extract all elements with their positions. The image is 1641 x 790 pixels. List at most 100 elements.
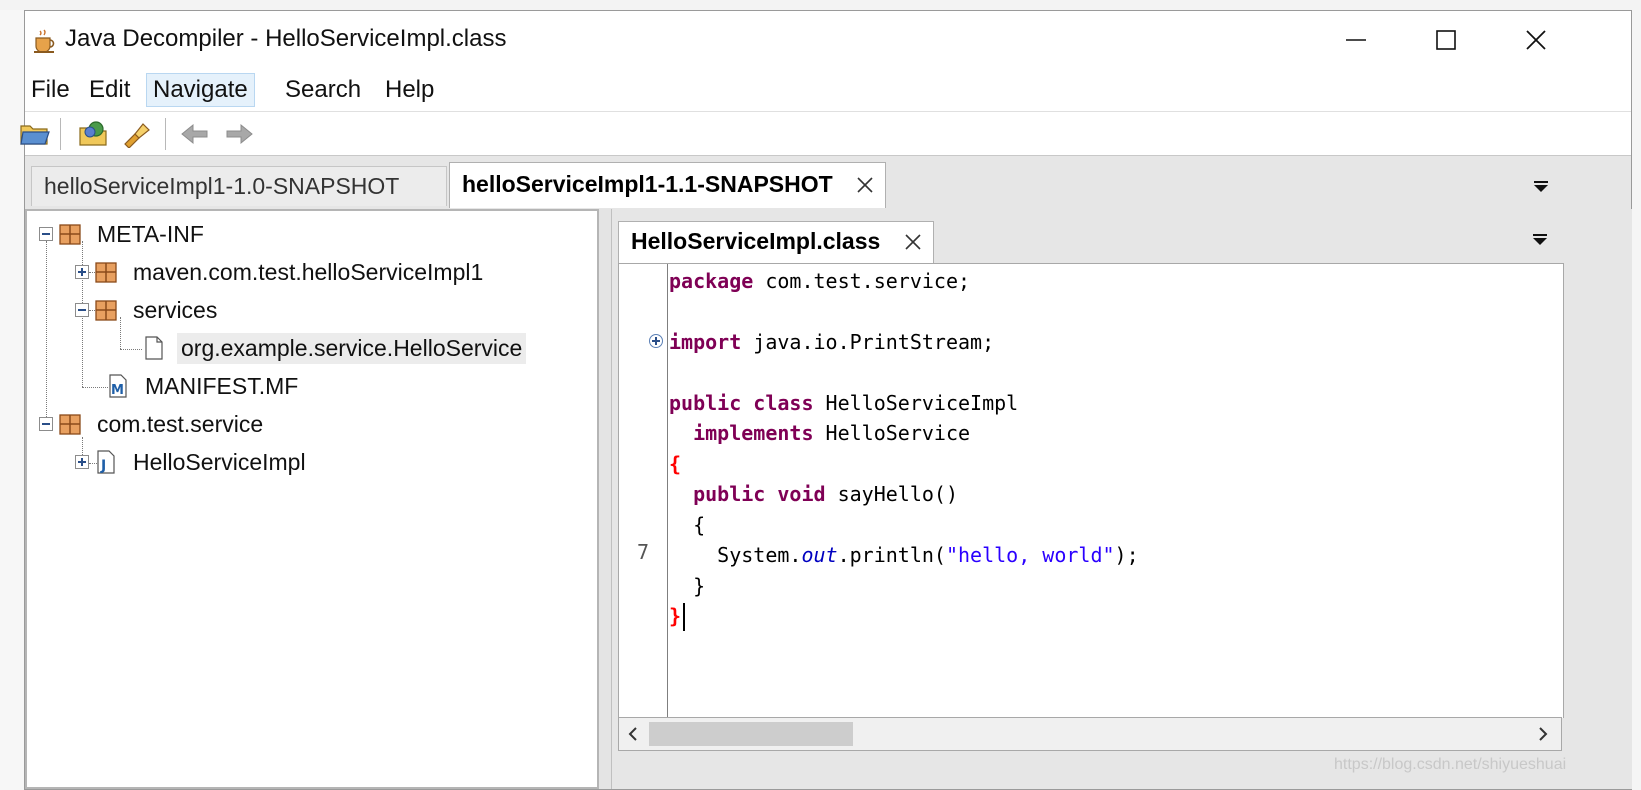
expand-toggle[interactable] [75, 265, 89, 279]
collapse-toggle[interactable] [39, 417, 53, 431]
scrollbar-thumb[interactable] [649, 722, 853, 746]
class-tree[interactable]: META-INF maven.com.test.helloServiceImpl… [25, 209, 599, 789]
coffee-cup-icon [31, 27, 59, 55]
code-line-implements: implements HelloService [693, 421, 971, 445]
line-number: 7 [637, 540, 650, 564]
tree-node-meta-inf[interactable]: META-INF [39, 217, 208, 251]
close-icon [905, 234, 921, 250]
tab-snapshot-1-0[interactable]: helloServiceImpl1-1.0-SNAPSHOT [31, 166, 447, 206]
tab-snapshot-1-1[interactable]: helloServiceImpl1-1.1-SNAPSHOT [449, 162, 887, 208]
file-icon [145, 336, 163, 360]
tree-connector [120, 349, 142, 350]
tree-label-selected: org.example.service.HelloService [177, 332, 527, 364]
menu-bar: File Edit Navigate Search Help [25, 69, 1631, 111]
open-type-button[interactable] [76, 118, 112, 150]
editor-pane: HelloServiceImpl.class package com.test.… [611, 209, 1632, 789]
tab-hello-service-impl-class[interactable]: HelloServiceImpl.class [618, 221, 934, 263]
app-window: Java Decompiler - HelloServiceImpl.class… [20, 10, 1632, 790]
close-icon [857, 177, 873, 193]
menu-help[interactable]: Help [379, 73, 440, 107]
collapse-toggle[interactable] [75, 303, 89, 317]
open-file-button[interactable] [17, 118, 53, 150]
forward-arrow-icon [226, 123, 253, 145]
forward-button[interactable] [221, 118, 257, 150]
maximize-icon [1436, 30, 1456, 50]
tab-close-button[interactable] [905, 229, 921, 256]
code-line-method-decl: public void sayHello() [693, 482, 959, 506]
package-icon [59, 224, 81, 245]
package-icon [95, 262, 117, 283]
tree-connector [82, 387, 108, 388]
tab-label: helloServiceImpl1-1.1-SNAPSHOT [462, 171, 833, 197]
menu-search[interactable]: Search [279, 73, 367, 107]
toolbar-separator [165, 118, 166, 150]
tab-close-button[interactable] [857, 172, 873, 199]
tab-label: HelloServiceImpl.class [631, 228, 881, 254]
tree-label: com.test.service [97, 410, 264, 437]
back-button[interactable] [177, 118, 213, 150]
scroll-right-button[interactable] [1533, 724, 1553, 744]
open-type-icon [79, 121, 107, 146]
code-line-println: System.out.println("hello, world"); [717, 543, 1139, 567]
code-line-close-brace: } [669, 604, 682, 628]
toolbar [20, 111, 1631, 156]
code-line-class-decl: public class HelloServiceImpl [669, 391, 1019, 415]
open-file-icon [20, 125, 50, 145]
collapse-toggle[interactable] [39, 227, 53, 241]
title-bar[interactable]: Java Decompiler - HelloServiceImpl.class [25, 11, 1631, 69]
tree-node-manifest[interactable]: M MANIFEST.MF [107, 369, 302, 403]
horizontal-scrollbar[interactable] [618, 717, 1562, 751]
search-button[interactable] [119, 118, 155, 150]
maximize-button[interactable] [1401, 11, 1491, 69]
back-arrow-icon [181, 123, 208, 145]
tree-connector [46, 241, 47, 423]
tree-label: META-INF [97, 220, 204, 247]
gutter-separator [667, 264, 668, 718]
svg-text:M: M [111, 383, 124, 398]
tree-label: services [133, 296, 218, 323]
dropdown-arrow-icon [1534, 181, 1548, 192]
watermark: https://blog.csdn.net/shiyueshuai [1334, 756, 1567, 773]
code-line-import: import java.io.PrintStream; [669, 330, 995, 354]
text-caret [683, 603, 685, 631]
minimize-icon [1346, 39, 1366, 41]
tree-node-hello-service-file[interactable]: org.example.service.HelloService [143, 331, 527, 365]
tree-node-com-test-service[interactable]: com.test.service [39, 407, 267, 441]
tree-label: MANIFEST.MF [145, 372, 299, 399]
close-window-button[interactable] [1491, 11, 1581, 69]
chevron-left-icon [628, 727, 637, 741]
expand-toggle[interactable] [75, 455, 89, 469]
menu-file[interactable]: File [25, 73, 76, 107]
code-editor[interactable]: package com.test.service; import java.io… [618, 263, 1564, 718]
dropdown-arrow-icon [1533, 234, 1547, 245]
package-icon [59, 414, 81, 435]
background-desktop-right [1632, 10, 1641, 790]
fold-expand-icon[interactable] [649, 334, 663, 348]
workspace: META-INF maven.com.test.helloServiceImpl… [25, 209, 1632, 789]
tab-list-dropdown[interactable] [1531, 176, 1551, 196]
window-title: Java Decompiler - HelloServiceImpl.class [65, 25, 507, 52]
code-line-package: package com.test.service; [669, 269, 971, 293]
editor-tab-list-dropdown[interactable] [1530, 229, 1550, 249]
minimize-button[interactable] [1311, 11, 1401, 69]
pane-splitter[interactable] [599, 209, 611, 789]
tree-node-maven[interactable]: maven.com.test.helloServiceImpl1 [75, 255, 487, 289]
tree-label: maven.com.test.helloServiceImpl1 [133, 258, 484, 285]
manifest-icon: M [109, 374, 127, 398]
menu-edit[interactable]: Edit [83, 73, 136, 107]
tree-label: HelloServiceImpl [133, 448, 306, 475]
chevron-right-icon [1539, 727, 1548, 741]
code-line-method-close: } [693, 574, 706, 598]
editor-tab-strip: HelloServiceImpl.class [612, 209, 1632, 263]
code-line-method-open: { [693, 513, 706, 537]
close-icon [1526, 30, 1546, 50]
svg-text:J: J [100, 458, 106, 474]
tree-node-services[interactable]: services [75, 293, 221, 327]
search-flashlight-icon [124, 123, 150, 148]
scroll-left-button[interactable] [623, 724, 643, 744]
package-icon [95, 300, 117, 321]
toolbar-separator [60, 118, 61, 150]
tree-node-hello-service-impl[interactable]: J HelloServiceImpl [75, 445, 310, 479]
jar-tab-strip: helloServiceImpl1-1.0-SNAPSHOT helloServ… [25, 155, 1631, 210]
menu-navigate[interactable]: Navigate [146, 73, 255, 107]
